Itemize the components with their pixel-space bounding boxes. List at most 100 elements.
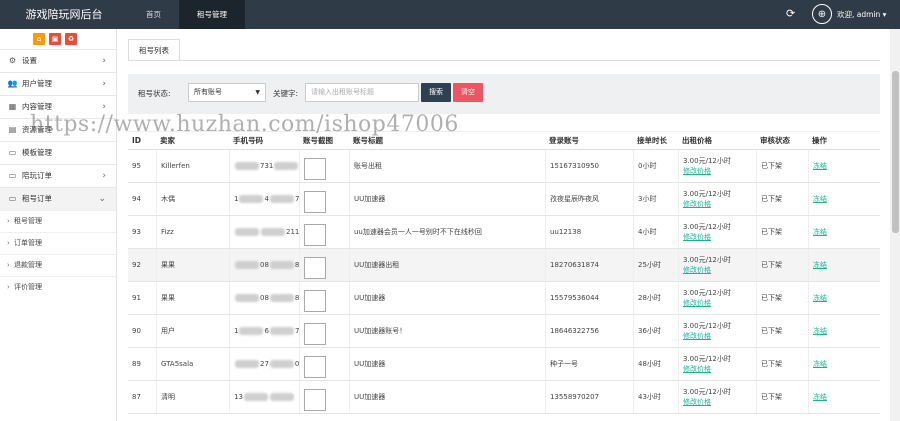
template-icon: ▭: [8, 148, 17, 157]
sidebar-item-label: 用户管理: [22, 79, 52, 88]
edit-price-link[interactable]: 修改价格: [683, 199, 756, 209]
cell-phone: 13: [229, 381, 299, 413]
freeze-link[interactable]: 冻结: [813, 294, 827, 302]
screenshot-thumbnail[interactable]: [304, 322, 326, 345]
keyword-input[interactable]: 请输入出租账号标题: [305, 83, 419, 102]
price-text: 3.00元/12小时: [683, 322, 731, 330]
caret-down-icon: ▼: [255, 89, 260, 96]
sidebar-subitem-rent-management[interactable]: › 租号管理: [0, 210, 116, 232]
clear-button[interactable]: 清空: [453, 83, 483, 102]
search-button[interactable]: 搜索: [421, 83, 451, 102]
sidebar-item-users[interactable]: 👥 用户管理 ›: [0, 72, 116, 95]
sidebar-item-label: 设置: [22, 56, 37, 65]
table-row: 87 清明 13 UU加速器 13558970207 43小时 3.00元/12小时 修改价格…: [128, 381, 880, 414]
scrollbar[interactable]: [890, 29, 900, 421]
cell-login: 15579536044: [545, 282, 633, 314]
edit-price-link[interactable]: 修改价格: [683, 364, 756, 374]
cell-status: 已下架: [756, 150, 808, 182]
monitor-icon: ▭: [8, 171, 17, 180]
redaction-blur: [261, 228, 285, 236]
nav-home[interactable]: 首页: [128, 0, 179, 29]
chevron-right-icon: ›: [102, 79, 106, 89]
sidebar-item-templates[interactable]: ▭ 模板管理: [0, 141, 116, 164]
sidebar-subitem-label: 租号管理: [14, 217, 42, 225]
sidebar-item-settings[interactable]: ⚙ 设置 ›: [0, 49, 116, 72]
sidebar-subitem-review-management[interactable]: › 评价管理: [0, 276, 116, 298]
tab-rent-list[interactable]: 租号列表: [128, 39, 180, 61]
phone-part: 27: [260, 360, 269, 368]
sidebar-subitem-label: 退款管理: [14, 261, 42, 269]
freeze-link[interactable]: 冻结: [813, 261, 827, 269]
screenshot-thumbnail[interactable]: [304, 190, 326, 213]
edit-price-link[interactable]: 修改价格: [683, 232, 756, 242]
edit-price-link[interactable]: 修改价格: [683, 397, 756, 407]
cell-seller: 果果: [156, 282, 229, 314]
cell-phone: 211: [229, 216, 299, 248]
screenshot-thumbnail[interactable]: [304, 223, 326, 246]
header-action: 操作: [812, 136, 827, 145]
cell-screenshot: [299, 381, 349, 413]
freeze-link[interactable]: 冻结: [813, 162, 827, 170]
price-text: 3.00元/12小时: [683, 355, 731, 363]
cell-login: 种子一号: [545, 348, 633, 380]
phone-part: 13: [234, 393, 243, 401]
sidebar-subitem-label: 订单管理: [14, 239, 42, 247]
sidebar-item-companion-orders[interactable]: ▭ 陪玩订单 ›: [0, 164, 116, 187]
screenshot-thumbnail[interactable]: [304, 157, 326, 180]
table-row: 94木偶14728UU加速器孜夜星辰昨夜风3小时3.00元/12小时修改价格已下…: [128, 183, 880, 216]
edit-price-link[interactable]: 修改价格: [683, 298, 756, 308]
edit-price-link[interactable]: 修改价格: [683, 331, 756, 341]
status-select[interactable]: 所有账号 ▼: [188, 83, 266, 102]
user-avatar-icon[interactable]: ⊕: [812, 4, 832, 24]
cell-action: 冻结: [808, 282, 880, 314]
cell-duration: 3小时: [633, 183, 678, 215]
price-text: 3.00元/12小时: [683, 388, 731, 396]
redaction-blur: [235, 162, 259, 170]
table-row: 89GTA5sala27078UU加速器种子一号48小时3.00元/12小时修改…: [128, 348, 880, 381]
delete-icon[interactable]: ▣: [49, 33, 61, 45]
redaction-blur: [269, 261, 294, 269]
top-nav: 首页 租号管理: [128, 0, 245, 29]
price-text: 3.00元/12小时: [683, 190, 731, 198]
tab-divider: [128, 60, 880, 61]
sidebar-item-label: 内容管理: [22, 102, 52, 111]
freeze-link[interactable]: 冻结: [813, 228, 827, 236]
screenshot-thumbnail[interactable]: [304, 289, 326, 312]
cell-screenshot: [299, 315, 349, 347]
screenshot-thumbnail[interactable]: [304, 256, 326, 279]
redaction-blur: [239, 195, 264, 203]
cell-price: 3.00元/12小时 修改价格: [678, 282, 756, 314]
bullet-icon: ›: [7, 283, 10, 291]
edit-price-link[interactable]: 修改价格: [683, 166, 756, 176]
cell-status: 已下架: [756, 315, 808, 347]
cell-seller: 用户: [156, 315, 229, 347]
scrollbar-thumb[interactable]: [892, 71, 899, 233]
freeze-link[interactable]: 冻结: [813, 195, 827, 203]
phone-part: 1: [234, 195, 239, 203]
freeze-link[interactable]: 冻结: [813, 393, 827, 401]
screenshot-thumbnail[interactable]: [304, 388, 326, 411]
cell-price: 3.00元/12小时 修改价格: [678, 315, 756, 347]
redaction-blur: [274, 162, 299, 170]
user-menu[interactable]: 欢迎, admin ▾: [837, 0, 886, 29]
sidebar-subitem-refund-management[interactable]: › 退款管理: [0, 254, 116, 276]
cell-login: uu12138: [545, 216, 633, 248]
cell-phone: 27078: [229, 348, 299, 380]
recycle-icon[interactable]: ♻: [65, 33, 77, 45]
redaction-blur: [243, 393, 268, 401]
refresh-icon[interactable]: ⟳: [786, 8, 798, 20]
screenshot-thumbnail[interactable]: [304, 355, 326, 378]
header-price: 出租价格: [682, 136, 712, 145]
edit-price-link[interactable]: 修改价格: [683, 265, 756, 275]
home-icon[interactable]: ⌂: [33, 33, 45, 45]
nav-rent-account-management[interactable]: 租号管理: [179, 0, 245, 29]
freeze-link[interactable]: 冻结: [813, 327, 827, 335]
sidebar-subitem-order-management[interactable]: › 订单管理: [0, 232, 116, 254]
cell-price: 3.00元/12小时 修改价格: [678, 249, 756, 281]
cell-id: 87: [132, 393, 141, 401]
table-row: 92果果08828UU加速器出租1827063187425小时3.00元/12小…: [128, 249, 880, 282]
sidebar-item-rent-orders[interactable]: ▭ 租号订单 ⌄: [0, 187, 116, 210]
freeze-link[interactable]: 冻结: [813, 360, 827, 368]
cell-title: UU加速器: [349, 282, 545, 314]
cell-phone: 7310: [229, 150, 299, 182]
